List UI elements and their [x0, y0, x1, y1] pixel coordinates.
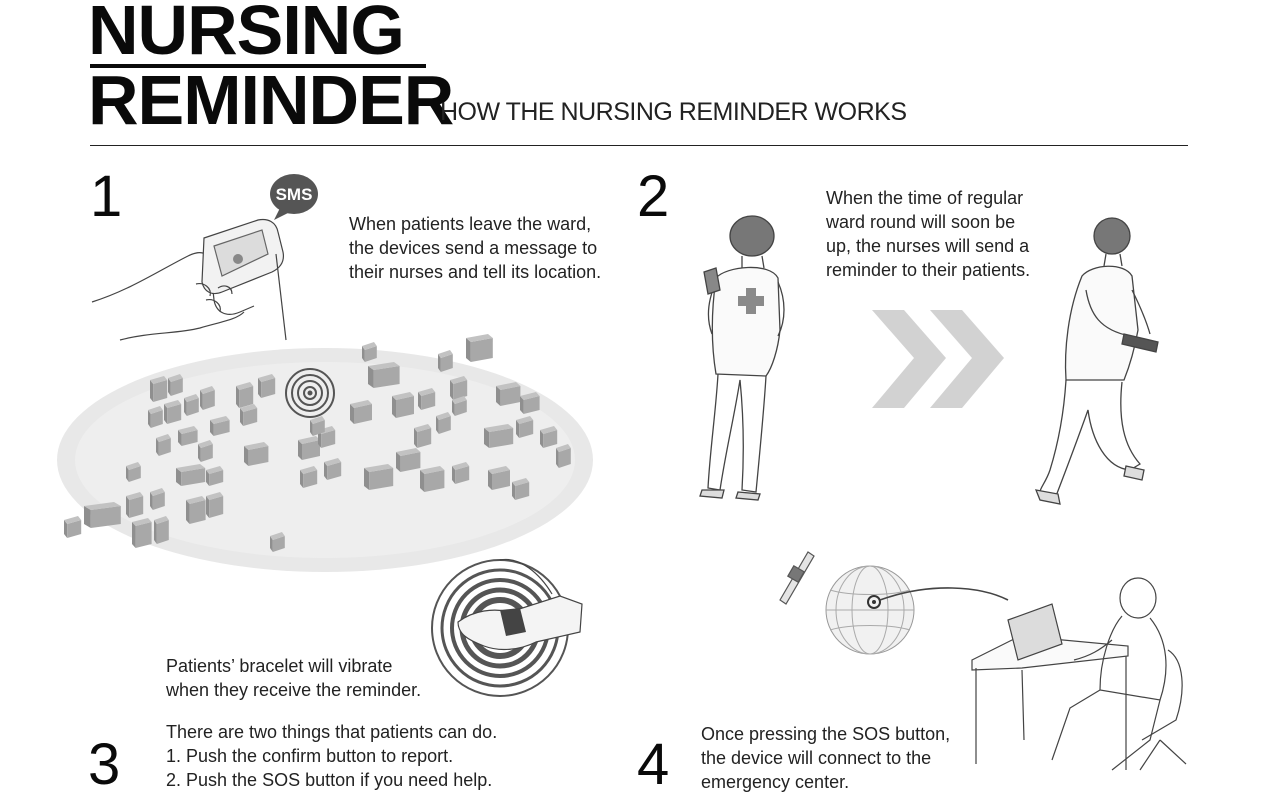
city-map-illustration — [57, 334, 593, 572]
building-wall — [186, 500, 190, 524]
step-4-line: emergency center. — [701, 772, 850, 792]
step-3-vibrate-line: Patients’ bracelet will vibrate — [166, 656, 393, 676]
nurse-figure — [699, 215, 785, 501]
building-wall — [466, 338, 471, 362]
building-side — [135, 522, 152, 548]
step-4-description: Once pressing the SOS button, the device… — [701, 722, 950, 794]
building-wall — [132, 522, 136, 548]
step-3-vibrate-line: when they receive the reminder. — [166, 680, 422, 700]
building-side — [470, 338, 493, 362]
step-3-line: 2. Push the SOS button if you need help. — [166, 770, 493, 790]
step-4-number: 4 — [637, 732, 670, 797]
step-4-line: Once pressing the SOS button, — [701, 724, 951, 744]
sms-bubble-icon: SMS — [270, 174, 318, 220]
step-1-number: 1 — [90, 164, 123, 229]
building-side — [156, 520, 169, 544]
building-wall — [154, 520, 157, 544]
sms-badge-label: SMS — [276, 185, 313, 204]
step-2-line: up, the nurses will send a — [826, 236, 1030, 256]
step-4-line: the device will connect to the — [701, 748, 932, 768]
step-1-line: the devices send a message to — [349, 238, 598, 258]
patient-figure — [1034, 217, 1159, 505]
step-2-number: 2 — [637, 164, 670, 229]
emergency-operator-illustration — [971, 577, 1187, 771]
step-1-line: their nurses and tell its location. — [349, 262, 602, 282]
building-side — [189, 500, 206, 524]
step-2-line: reminder to their patients. — [826, 260, 1031, 280]
step-2-line: When the time of regular — [826, 188, 1024, 208]
step-3-number: 3 — [88, 732, 121, 797]
hand-phone-illustration — [91, 218, 287, 341]
step-3-vibrate-description: Patients’ bracelet will vibrate when the… — [166, 654, 421, 702]
step-1-line: When patients leave the ward, — [349, 214, 592, 234]
vibrating-bracelet-illustration — [431, 558, 583, 697]
step-3-line: There are two things that patients can d… — [166, 722, 498, 742]
step-1-description: When patients leave the ward, the device… — [349, 212, 601, 284]
chevron-right-icon — [872, 310, 1004, 408]
step-2-description: When the time of regular ward round will… — [826, 186, 1030, 282]
satellite-icon — [779, 551, 815, 605]
step-2-line: ward round will soon be — [826, 212, 1016, 232]
globe-icon — [825, 565, 915, 655]
step-3-line: 1. Push the confirm button to report. — [166, 746, 454, 766]
step-3-description: There are two things that patients can d… — [166, 720, 497, 792]
